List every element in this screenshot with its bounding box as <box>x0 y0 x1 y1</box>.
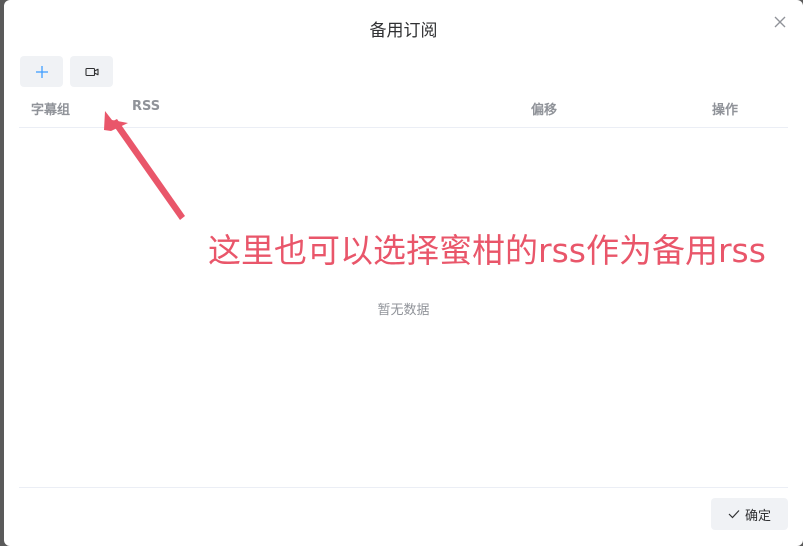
dialog-title: 备用订阅 <box>369 21 438 41</box>
backup-subscription-dialog: 备用订阅 字幕组 RSS 偏移 操作 暂无数据 这里也可以选择蜜柑的rss作为备… <box>4 0 803 546</box>
plus-icon <box>35 65 48 78</box>
check-icon <box>728 510 740 519</box>
column-header-subtitle-group: 字幕组 <box>31 103 71 118</box>
video-camera-icon <box>84 67 99 76</box>
close-button[interactable] <box>770 12 790 32</box>
table-header-divider <box>19 127 788 128</box>
close-icon <box>774 16 786 28</box>
annotation-note: 这里也可以选择蜜柑的rss作为备用rss <box>208 231 766 270</box>
confirm-button-label: 确定 <box>744 508 771 524</box>
video-subscription-button[interactable] <box>70 56 113 87</box>
column-header-rss: RSS <box>132 99 161 114</box>
column-header-actions: 操作 <box>712 103 739 118</box>
empty-table-message: 暂无数据 <box>377 303 430 318</box>
confirm-button[interactable]: 确定 <box>711 498 788 530</box>
footer-divider <box>19 487 788 488</box>
add-subscription-button[interactable] <box>20 56 63 87</box>
column-header-offset: 偏移 <box>531 103 558 118</box>
